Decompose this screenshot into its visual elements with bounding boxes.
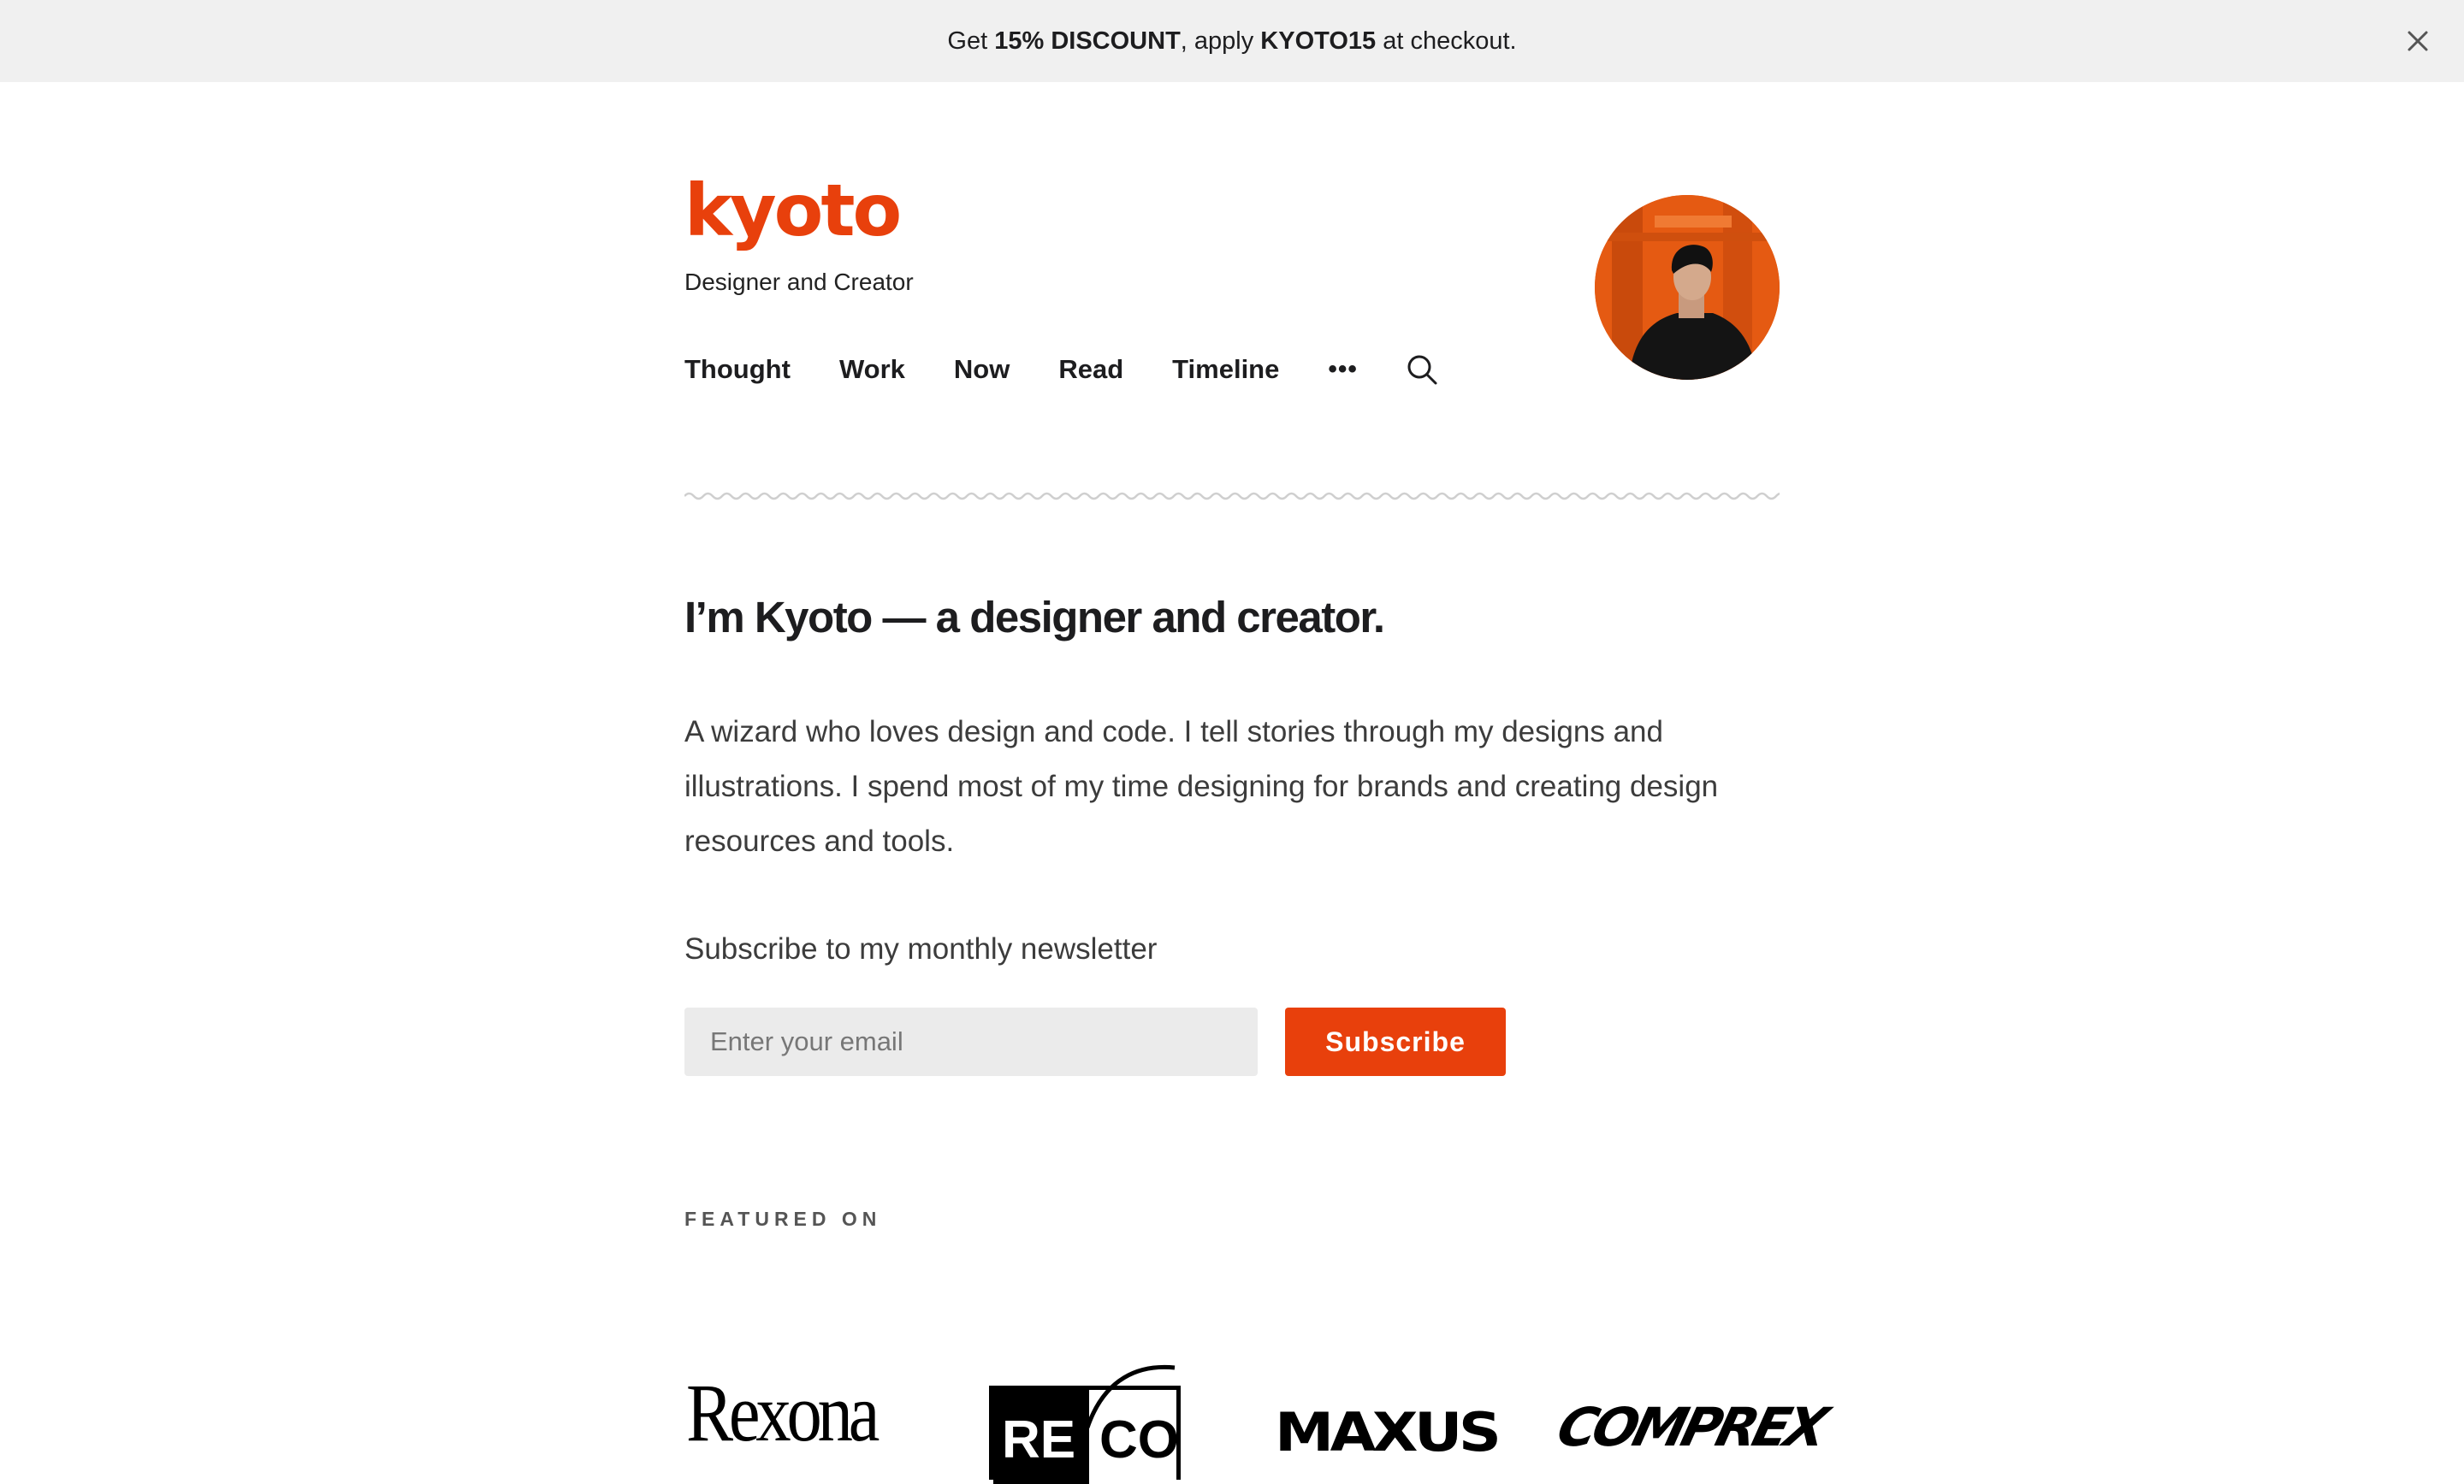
subscribe-button[interactable]: Subscribe — [1285, 1008, 1506, 1076]
featured-logos: Rexona RE CO MAXUS COMPREX — [684, 1364, 1830, 1484]
wavy-divider — [684, 492, 1780, 500]
nav-item-work[interactable]: Work — [839, 354, 905, 385]
promo-code: KYOTO15 — [1260, 27, 1377, 55]
promo-discount: 15% DISCOUNT — [994, 27, 1181, 55]
nav-item-now[interactable]: Now — [954, 354, 1010, 385]
nav-item-timeline[interactable]: Timeline — [1172, 354, 1279, 385]
page-headline: I’m Kyoto — a designer and creator. — [684, 593, 1385, 641]
site-logo[interactable]: kyoto — [684, 174, 902, 246]
brand-logo-maxus: MAXUS — [1275, 1401, 1502, 1463]
nav-item-read[interactable]: Read — [1058, 354, 1123, 385]
email-field[interactable] — [684, 1008, 1258, 1076]
intro-text: A wizard who loves design and code. I te… — [684, 715, 1719, 858]
featured-on-label: FEATURED ON — [684, 1208, 882, 1230]
brand-logo-comprex: COMPREX — [1551, 1396, 1831, 1458]
nav-item-thought[interactable]: Thought — [684, 354, 791, 385]
more-icon[interactable]: ••• — [1328, 357, 1358, 382]
avatar — [1595, 195, 1780, 380]
promo-banner: Get 15% DISCOUNT, apply KYOTO15 at check… — [0, 0, 2464, 82]
brand-logo-rexona: Rexona — [686, 1367, 880, 1458]
avatar-photo — [1595, 195, 1780, 380]
search-icon[interactable] — [1406, 353, 1438, 386]
newsletter-label: Subscribe to my monthly newsletter — [684, 932, 1158, 966]
main-nav: Thought Work Now Read Timeline ••• — [684, 344, 1438, 395]
close-icon[interactable] — [2404, 27, 2431, 55]
promo-text: Get 15% DISCOUNT, apply KYOTO15 at check… — [947, 27, 1517, 55]
page-content: kyoto Designer and Creator Thought Work … — [684, 82, 1830, 1484]
site-tagline: Designer and Creator — [684, 269, 914, 295]
brand-logo-reco: RE CO — [989, 1364, 1181, 1484]
